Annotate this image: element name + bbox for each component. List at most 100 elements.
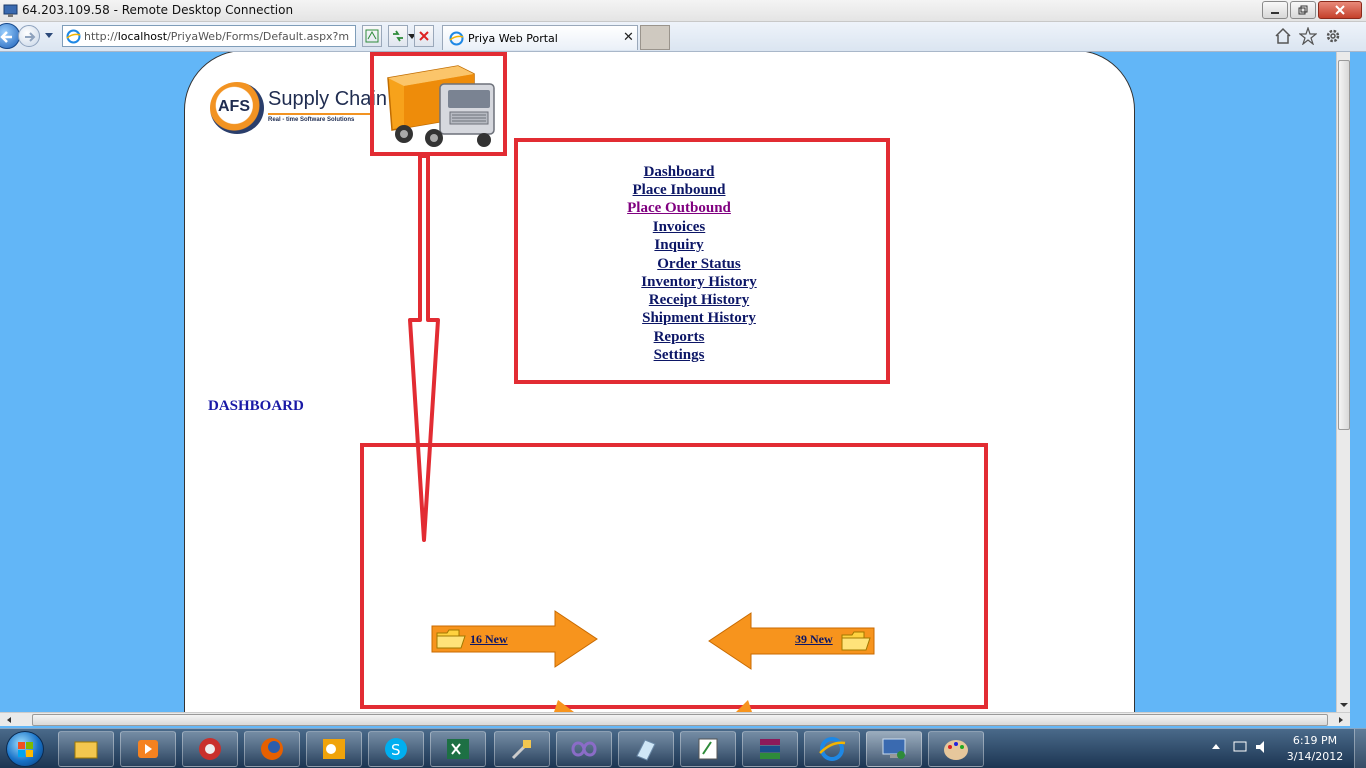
compatibility-view-button[interactable] [362,25,382,47]
menu-link-settings[interactable]: Settings [654,347,705,364]
rdp-titlebar: 64.203.109.58 - Remote Desktop Connectio… [0,0,1366,22]
clock-time: 6:19 PM [1292,734,1338,747]
paint-palette-icon [944,740,968,760]
truck-annotation-box [370,52,507,156]
new-tab-button[interactable] [640,25,670,50]
taskbar-app[interactable] [182,731,238,767]
vertical-scroll-thumb[interactable] [1338,60,1350,430]
menu-link-shipment-history[interactable]: Shipment History [642,310,756,327]
taskbar-internet-explorer[interactable] [804,731,860,767]
taskbar-outlook[interactable] [306,731,362,767]
system-tray[interactable] [1208,739,1272,758]
remote-desktop-icon [882,738,906,759]
horizontal-scrollbar[interactable] [0,712,1350,726]
taskbar-remote-desktop[interactable] [866,731,922,767]
taskbar-excel[interactable] [430,731,486,767]
taskbar-paint[interactable] [928,731,984,767]
compatibility-view-icon [365,29,379,43]
taskbar-notepad-plus[interactable] [680,731,736,767]
dashboard-annotation-box [360,443,988,709]
windows-taskbar: S 6:19 PM 3/14/2012 [0,728,1366,768]
tab-label: Priya Web Portal [468,32,558,45]
refresh-icon [393,30,403,42]
back-button[interactable] [0,23,20,49]
outbound-arrow-icon [708,612,875,670]
clock-date: 3/14/2012 [1286,750,1344,763]
internet-explorer-icon [819,737,846,761]
close-icon [1335,5,1345,15]
inbound-new-count-link[interactable]: 16 New [470,632,508,647]
logo-tagline: Real - time Software Solutions [268,117,355,123]
taskbar-visual-studio[interactable] [556,731,612,767]
windows-logo-icon [18,742,33,757]
truck-icon[interactable] [374,56,503,152]
notepad-plus-icon [698,738,718,760]
logo-underline [268,113,372,115]
horizontal-scroll-thumb[interactable] [32,714,1328,726]
taskbar-explorer[interactable] [58,731,114,767]
scroll-left-icon[interactable] [4,715,14,725]
stop-icon [419,31,429,41]
notes-icon [636,739,656,761]
home-icon[interactable] [1274,27,1292,45]
vertical-scrollbar[interactable] [1336,52,1350,712]
ie-page-icon [66,29,81,44]
infinity-icon [571,741,597,757]
disc-app-icon [199,738,221,760]
menu-link-inventory-history[interactable]: Inventory History [641,274,756,291]
svg-text:S: S [391,741,401,759]
scroll-down-icon[interactable] [1337,700,1351,710]
menu-link-order-status[interactable]: Order Status [657,256,740,273]
scroll-right-icon[interactable] [1336,715,1346,725]
favorites-star-icon[interactable] [1299,27,1317,45]
menu-link-inquiry[interactable]: Inquiry [654,237,703,254]
taskbar-firefox[interactable] [244,731,300,767]
tab-priya-web-portal[interactable]: Priya Web Portal ✕ [442,25,638,50]
restore-icon [1298,5,1308,15]
browser-toolbar: http://localhost/PriyaWeb/Forms/Default.… [0,22,1366,52]
taskbar-notes[interactable] [618,731,674,767]
restore-button[interactable] [1290,1,1316,19]
minimize-button[interactable] [1262,1,1288,19]
close-window-button[interactable] [1318,1,1362,19]
partial-arrow-icon [736,700,752,712]
forward-button[interactable] [18,25,40,47]
taskbar-winrar[interactable] [742,731,798,767]
close-tab-icon[interactable]: ✕ [623,30,634,45]
system-clock[interactable]: 6:19 PM 3/14/2012 [1280,733,1350,765]
history-dropdown-icon[interactable] [44,30,54,40]
logo-badge-text: AFS [218,98,250,115]
menu-link-place-outbound[interactable]: Place Outbound [627,200,731,217]
address-bar[interactable]: http://localhost/PriyaWeb/Forms/Default.… [62,25,416,47]
start-button[interactable] [6,731,44,767]
menu-link-reports[interactable]: Reports [654,329,705,346]
refresh-button[interactable] [388,25,408,47]
skype-icon: S [385,738,407,760]
gear-icon[interactable] [1324,27,1342,45]
forward-arrow-icon [25,32,36,42]
tray-icons [1212,741,1264,753]
excel-icon [447,739,469,759]
remote-desktop-icon [3,4,18,17]
menu-link-invoices[interactable]: Invoices [653,219,706,236]
address-url[interactable]: http://localhost/PriyaWeb/Forms/Default.… [84,30,349,43]
rdp-edge [1350,52,1366,726]
show-desktop-button[interactable] [1354,729,1366,768]
taskbar-skype[interactable]: S [368,731,424,767]
page-title: DASHBOARD [208,398,304,414]
taskbar-tools[interactable] [494,731,550,767]
firefox-icon [261,738,283,760]
outbound-new-count-link[interactable]: 39 New [795,632,833,647]
stop-button[interactable] [414,25,434,47]
menu-link-receipt-history[interactable]: Receipt History [649,292,749,309]
page-viewport: AFS Supply Chain Real - time Software So… [0,52,1336,712]
taskbar-media-player[interactable] [120,731,176,767]
media-player-icon [138,740,158,758]
partial-arrow-icon [554,700,574,712]
outlook-icon [323,739,345,759]
folder-icon [74,741,98,759]
minimize-icon [1271,12,1279,14]
menu-link-place-inbound[interactable]: Place Inbound [633,182,726,199]
tools-icon [511,740,531,760]
menu-link-dashboard[interactable]: Dashboard [644,164,715,181]
